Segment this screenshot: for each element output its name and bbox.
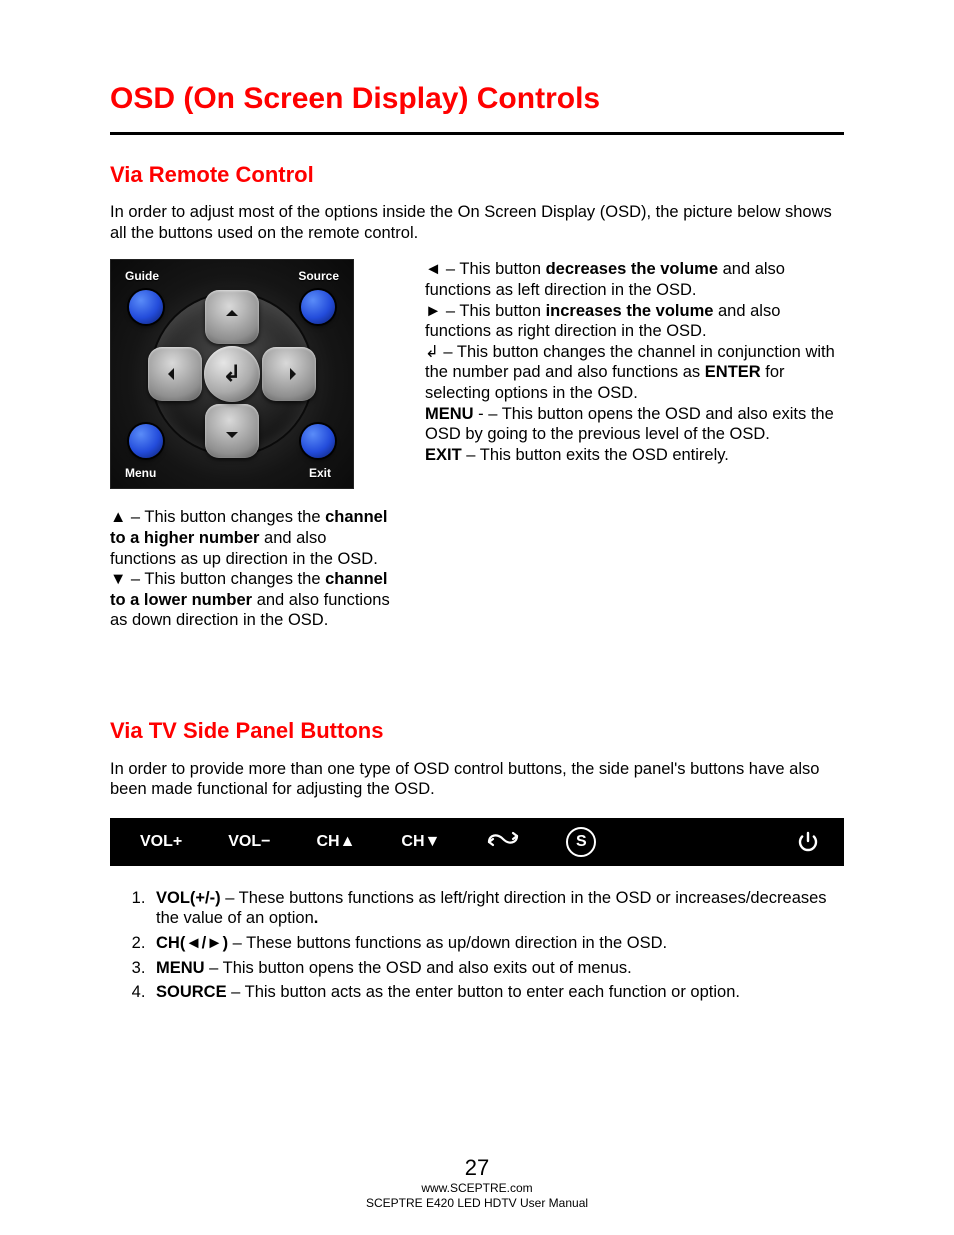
side-panel-strip: VOL+ VOL− CH▲ CH▼ S — [110, 818, 844, 866]
source-icon: S — [566, 827, 596, 857]
remote-menu-label: Menu — [125, 466, 156, 480]
remote-guide-label: Guide — [125, 269, 159, 283]
page-footer: 27 www.SCEPTRE.com SCEPTRE E420 LED HDTV… — [0, 1154, 954, 1212]
power-icon — [796, 830, 820, 854]
left-column-desc: ▲ – This button changes the channel to a… — [110, 507, 395, 631]
ch-up-label: CH▲ — [316, 833, 355, 851]
source-button-icon — [301, 290, 335, 324]
panel-function-list: VOL(+/-) – These buttons functions as le… — [150, 888, 844, 1003]
list-item: SOURCE – This button acts as the enter b… — [150, 982, 844, 1003]
enter-icon: ↲ — [223, 361, 241, 387]
exit-button-icon — [301, 424, 335, 458]
list-item: CH(◄/►) – These buttons functions as up/… — [150, 933, 844, 954]
section-remote-intro: In order to adjust most of the options i… — [110, 202, 844, 243]
divider — [110, 132, 844, 135]
ch-down-label: CH▼ — [401, 833, 440, 851]
vol-plus-label: VOL+ — [140, 833, 182, 851]
vol-minus-label: VOL− — [228, 833, 270, 851]
list-item: MENU – This button opens the OSD and als… — [150, 958, 844, 979]
page-number: 27 — [0, 1154, 954, 1182]
footer-manual: SCEPTRE E420 LED HDTV User Manual — [0, 1196, 954, 1211]
footer-url: www.SCEPTRE.com — [0, 1181, 954, 1196]
list-item: VOL(+/-) – These buttons functions as le… — [150, 888, 844, 929]
menu-button-icon — [129, 424, 163, 458]
section-panel-heading: Via TV Side Panel Buttons — [110, 717, 844, 745]
page-title: OSD (On Screen Display) Controls — [110, 80, 844, 118]
section-remote-heading: Via Remote Control — [110, 161, 844, 189]
dpad-icon: ↲ — [152, 294, 312, 454]
remote-exit-label: Exit — [309, 466, 331, 480]
remote-source-label: Source — [298, 269, 339, 283]
guide-button-icon — [129, 290, 163, 324]
remote-控制-image: Guide Source Menu Exit ↲ — [110, 259, 354, 489]
section-panel-intro: In order to provide more than one type o… — [110, 759, 844, 800]
right-column-desc: ◄ – This button decreases the volume and… — [425, 259, 844, 465]
menu-icon — [486, 830, 520, 854]
